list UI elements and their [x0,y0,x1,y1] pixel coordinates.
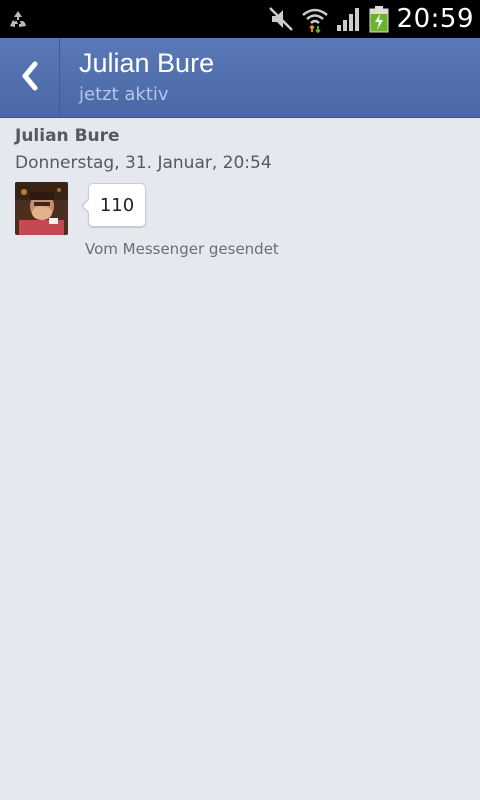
message-bubble[interactable]: 110 [81,183,146,227]
action-bar: Julian Bure jetzt aktiv [0,38,480,118]
message-timestamp: Donnerstag, 31. Januar, 20:54 [15,153,272,173]
wifi-icon [301,5,329,34]
status-time: 20:59 [396,4,474,34]
mute-icon [267,5,295,33]
back-button[interactable] [0,38,60,118]
presence-status: jetzt aktiv [79,84,169,105]
battery-charging-icon [369,5,389,33]
status-bar: 20:59 [0,0,480,38]
signal-icon [335,5,363,33]
sender-name: Julian Bure [15,126,120,146]
chevron-left-icon [18,60,42,96]
avatar[interactable] [15,182,68,235]
conversation-title[interactable]: Julian Bure [79,48,214,79]
recycle-icon [6,8,30,32]
sent-via-label: Vom Messenger gesendet [85,240,279,258]
